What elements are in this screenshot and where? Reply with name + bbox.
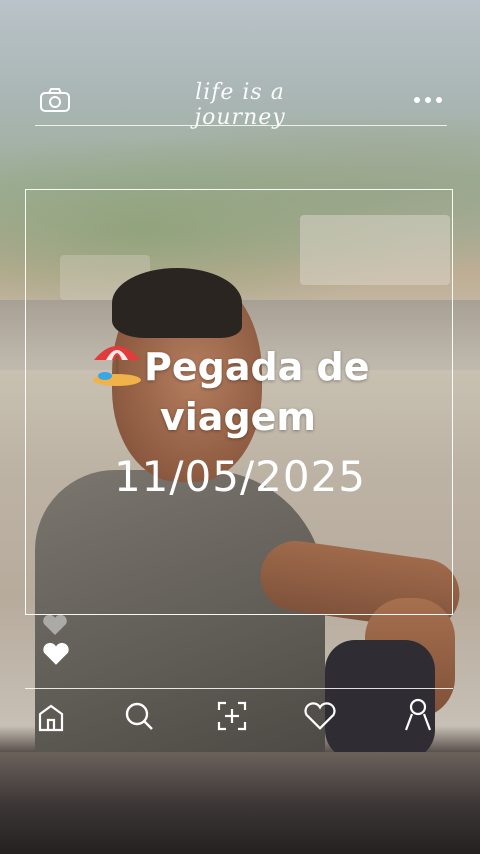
photo-background: life is a journey Pegada de viagem 11/05… [0, 0, 480, 854]
more-dots-icon[interactable] [412, 92, 444, 108]
bottom-divider [25, 688, 453, 689]
likes-heart-icon[interactable] [302, 700, 338, 732]
add-post-icon[interactable] [214, 698, 250, 734]
tagline-text: life is a journey [194, 80, 286, 130]
profile-icon[interactable] [400, 696, 436, 732]
top-divider [35, 125, 447, 126]
beach-umbrella-emoji [90, 338, 144, 386]
post-title-line2: viagem [160, 395, 317, 439]
blurred-bottom [0, 752, 480, 854]
heart-icon[interactable] [40, 640, 72, 668]
home-icon[interactable] [34, 700, 68, 734]
camera-icon[interactable] [38, 86, 72, 114]
post-title-line1: Pegada de [144, 345, 370, 389]
post-date: 11/05/2025 [113, 452, 367, 501]
search-icon[interactable] [121, 698, 157, 734]
floating-heart-icon [40, 612, 70, 638]
post-title: Pegada de viagem [90, 338, 410, 442]
